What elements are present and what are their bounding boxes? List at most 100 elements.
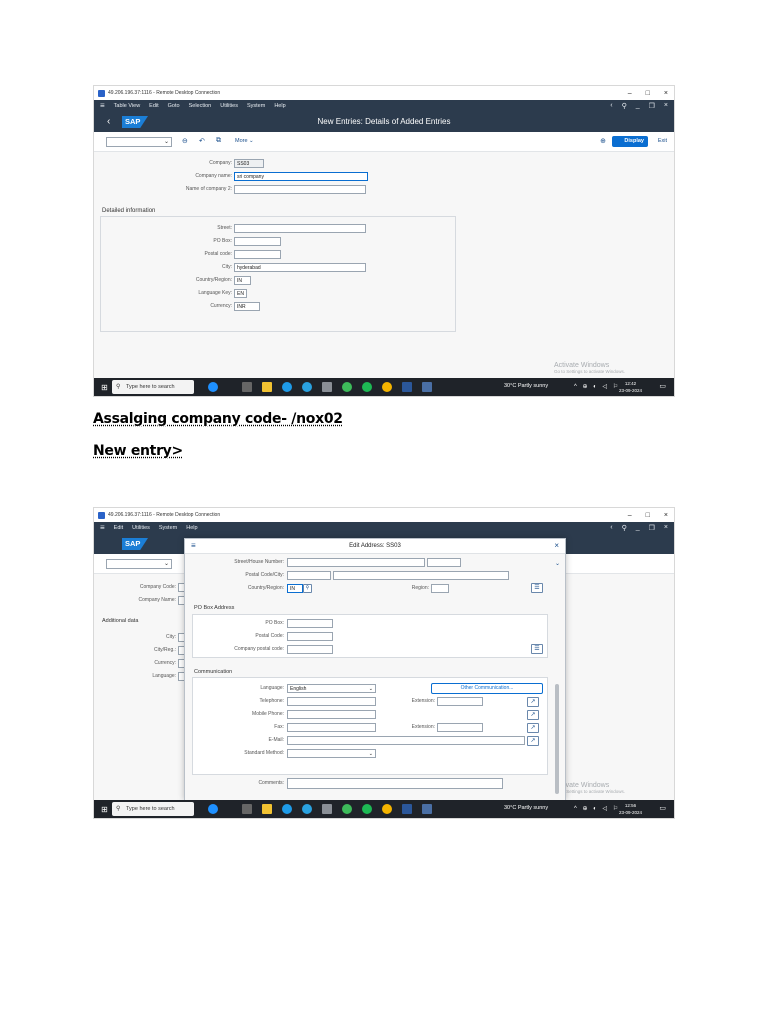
city-field[interactable]: hyderabad <box>234 263 366 272</box>
menu-edit[interactable]: Edit <box>114 525 123 531</box>
chrome-icon[interactable] <box>382 382 392 392</box>
pobox-field[interactable] <box>234 237 281 246</box>
street-field[interactable] <box>234 224 366 233</box>
telephone-detail-icon[interactable]: ↗ <box>527 697 539 707</box>
region-field[interactable] <box>431 584 449 593</box>
dialog-scrollbar[interactable] <box>555 684 559 794</box>
chevron-left-icon[interactable]: ‹ <box>610 102 612 110</box>
menu-system[interactable]: System <box>247 103 265 109</box>
task-view-icon[interactable] <box>242 382 252 392</box>
hamburger-icon[interactable]: ≡ <box>100 102 105 110</box>
minimize-button[interactable]: – <box>628 512 632 519</box>
telegram-icon[interactable] <box>302 804 312 814</box>
menu-edit[interactable]: Edit <box>149 103 158 109</box>
exit-button[interactable]: Exit <box>658 138 667 144</box>
name2-field[interactable] <box>234 185 366 194</box>
close-icon[interactable]: × <box>664 524 668 532</box>
std-method-select[interactable]: ⌄ <box>287 749 376 758</box>
system-tray-icons[interactable]: ^ ⊕ ◐ ◁ ⚐ <box>574 805 620 812</box>
menu-help[interactable]: Help <box>186 525 197 531</box>
notification-icon[interactable]: ▭ <box>659 382 666 390</box>
restore-icon[interactable]: ❐ <box>649 524 655 532</box>
maximize-button[interactable]: □ <box>646 90 650 97</box>
menu-system[interactable]: System <box>159 525 177 531</box>
chrome-icon[interactable] <box>382 804 392 814</box>
windows-start-icon[interactable]: ⊞ <box>101 383 108 392</box>
remote-desktop-taskbar-icon[interactable] <box>422 382 432 392</box>
taskbar-search[interactable]: ⚲ Type here to search <box>112 380 194 394</box>
fax-detail-icon[interactable]: ↗ <box>527 723 539 733</box>
user-icon[interactable]: ⚲ <box>622 524 627 532</box>
hamburger-icon[interactable]: ≡ <box>100 524 105 532</box>
mobile-detail-icon[interactable]: ↗ <box>527 710 539 720</box>
close-button[interactable]: × <box>664 512 668 519</box>
undo-icon[interactable]: ↶ <box>199 137 205 145</box>
house-number-field[interactable] <box>427 558 461 567</box>
menu-help[interactable]: Help <box>274 103 285 109</box>
city-field[interactable] <box>333 571 509 580</box>
word-icon[interactable] <box>402 382 412 392</box>
street-field[interactable] <box>287 558 425 567</box>
task-view-icon[interactable] <box>242 804 252 814</box>
copy-icon[interactable]: ⧉ <box>216 137 221 145</box>
company-postal-field[interactable] <box>287 645 333 654</box>
menu-selection[interactable]: Selection <box>189 103 212 109</box>
edge-icon[interactable] <box>282 804 292 814</box>
chrome-green-icon[interactable] <box>342 382 352 392</box>
country-field[interactable]: IN <box>234 276 251 285</box>
menu-table-view[interactable]: Table View <box>114 103 141 109</box>
command-field[interactable]: ⌄ <box>106 137 172 147</box>
more-menu[interactable]: More ⌄ <box>235 138 254 144</box>
close-button[interactable]: × <box>664 90 668 97</box>
company-name-field[interactable]: sri company <box>234 172 368 181</box>
extension-field[interactable] <box>437 697 483 706</box>
country-region-field[interactable]: IN <box>287 584 303 593</box>
language-select[interactable]: English ⌄ <box>287 684 376 693</box>
spotify-icon[interactable] <box>362 382 372 392</box>
pobox-field[interactable] <box>287 619 333 628</box>
remove-icon[interactable]: ⊖ <box>182 137 188 145</box>
minimize-icon[interactable]: _ <box>636 102 640 110</box>
postal-code-field[interactable] <box>287 571 331 580</box>
email-detail-icon[interactable]: ↗ <box>527 736 539 746</box>
close-icon[interactable]: × <box>664 102 668 110</box>
other-communication-button[interactable]: Other Communication... <box>431 683 543 694</box>
edge-icon[interactable] <box>282 382 292 392</box>
fax-extension-field[interactable] <box>437 723 483 732</box>
mobile-field[interactable] <box>287 710 376 719</box>
file-explorer-icon[interactable] <box>262 382 272 392</box>
pobox-detail-icon[interactable]: ☰ <box>531 644 543 654</box>
notification-icon[interactable]: ▭ <box>659 804 666 812</box>
dialog-close-icon[interactable]: × <box>554 541 559 550</box>
remote-desktop-taskbar-icon[interactable] <box>422 804 432 814</box>
taskbar-search[interactable]: ⚲ Type here to search <box>112 802 194 816</box>
minimize-icon[interactable]: _ <box>636 524 640 532</box>
menu-utilities[interactable]: Utilities <box>132 525 150 531</box>
globe-icon[interactable]: ⊕ <box>600 137 606 145</box>
windows-start-icon[interactable]: ⊞ <box>101 805 108 814</box>
minimize-button[interactable]: – <box>628 90 632 97</box>
pobox-postal-field[interactable] <box>287 632 333 641</box>
email-field[interactable] <box>287 736 525 745</box>
display-button[interactable]: Display <box>612 136 648 147</box>
language-key-field[interactable]: EN <box>234 289 247 298</box>
word-icon[interactable] <box>402 804 412 814</box>
chrome-green-icon[interactable] <box>342 804 352 814</box>
currency-field[interactable]: INR <box>234 302 260 311</box>
command-field[interactable]: ⌄ <box>106 559 172 569</box>
postal-code-field[interactable] <box>234 250 281 259</box>
system-tray-icons[interactable]: ^ ⊕ ◐ ◁ ⚐ <box>574 383 620 390</box>
app-icon[interactable] <box>322 382 332 392</box>
weather-app-icon[interactable] <box>208 804 218 814</box>
spotify-icon[interactable] <box>362 804 372 814</box>
address-detail-icon[interactable]: ☰ <box>531 583 543 593</box>
weather-app-icon[interactable] <box>208 382 218 392</box>
scroll-indicator-icon[interactable]: ⌄ <box>555 560 560 567</box>
maximize-button[interactable]: □ <box>646 512 650 519</box>
user-icon[interactable]: ⚲ <box>622 102 627 110</box>
menu-goto[interactable]: Goto <box>168 103 180 109</box>
telegram-icon[interactable] <box>302 382 312 392</box>
chevron-left-icon[interactable]: ‹ <box>610 524 612 532</box>
file-explorer-icon[interactable] <box>262 804 272 814</box>
app-icon[interactable] <box>322 804 332 814</box>
